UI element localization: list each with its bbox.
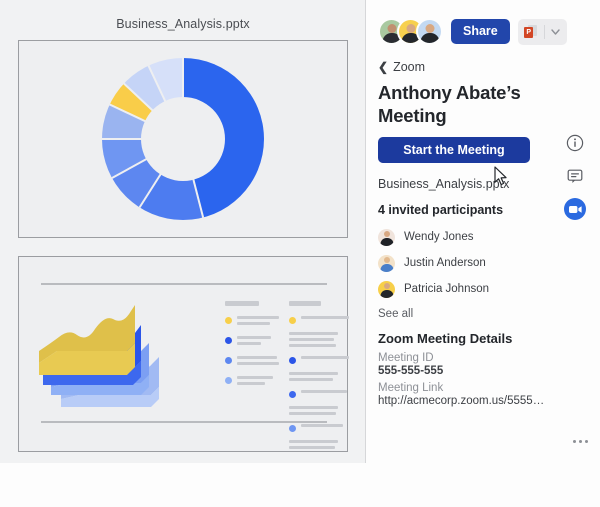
area-chart-illustration <box>39 305 159 407</box>
collaborator-avatars[interactable] <box>378 18 443 45</box>
document-title: Business_Analysis.pptx <box>116 17 250 31</box>
powerpoint-letter: P <box>524 26 534 38</box>
legend-dot-light-blue <box>289 425 296 432</box>
legend-text-lines <box>237 316 281 328</box>
avatar <box>378 280 395 298</box>
attached-file-name[interactable]: Business_Analysis.pptx <box>378 177 509 191</box>
zoom-meeting-details-heading: Zoom Meeting Details <box>378 331 513 346</box>
legend-item <box>289 390 347 398</box>
chevron-down-icon[interactable] <box>545 19 567 45</box>
legend-text-lines <box>301 316 349 322</box>
slide-area-chart[interactable] <box>18 256 349 452</box>
legend-paragraph <box>289 406 345 415</box>
legend-text-lines <box>301 356 349 362</box>
legend-paragraph <box>289 372 345 381</box>
legend-heading-left <box>225 301 259 306</box>
slide-rule-top <box>41 283 327 285</box>
participant-row[interactable]: Patricia Johnson <box>378 276 568 302</box>
more-options-icon[interactable] <box>573 440 588 443</box>
meeting-link-label: Meeting Link <box>378 382 444 394</box>
legend-column-right <box>289 301 349 458</box>
legend-dot-medium-blue <box>225 357 232 364</box>
legend-dot-yellow <box>225 317 232 324</box>
legend-heading-right <box>289 301 321 306</box>
back-to-zoom-button[interactable]: ❮ Zoom <box>378 60 425 74</box>
share-button[interactable]: Share <box>451 18 510 45</box>
legend-item <box>289 356 349 364</box>
meeting-id-label: Meeting ID <box>378 352 434 364</box>
meeting-id-value[interactable]: 555-555-555 <box>378 365 443 377</box>
legend-text-lines <box>237 336 281 348</box>
info-icon[interactable] <box>564 132 586 154</box>
document-preview-pane: Business_Analysis.pptx <box>0 0 366 463</box>
legend-dot-light-blue <box>225 377 232 384</box>
participant-row[interactable]: Wendy Jones <box>378 224 568 250</box>
legend-item <box>225 336 281 348</box>
meeting-side-panel: Share P ❮ Zoom Anthony Abate’s Meeting S… <box>366 0 600 463</box>
legend-dot-blue <box>289 357 296 364</box>
participant-row[interactable]: Justin Anderson <box>378 250 568 276</box>
avatar <box>378 228 395 246</box>
participant-name: Wendy Jones <box>404 231 474 243</box>
start-meeting-button[interactable]: Start the Meeting <box>378 137 530 163</box>
panel-icon-column <box>564 132 586 220</box>
participant-name: Patricia Johnson <box>404 283 490 295</box>
donut-chart <box>102 58 264 220</box>
chevron-left-icon: ❮ <box>378 60 389 74</box>
see-all-link[interactable]: See all <box>378 308 413 320</box>
comment-icon[interactable] <box>564 165 586 187</box>
legend-column-left <box>225 301 281 396</box>
avatar <box>378 254 395 272</box>
app-root: Business_Analysis.pptx Share P ❮ Zoom An… <box>0 0 600 507</box>
legend-paragraph <box>289 440 345 449</box>
legend-dot-yellow <box>289 317 296 324</box>
donut-hole <box>141 97 225 181</box>
legend-item <box>225 316 281 328</box>
legend-item <box>289 424 345 432</box>
meeting-title: Anthony Abate’s Meeting <box>378 82 521 126</box>
panel-header: Share P <box>378 18 567 45</box>
back-label: Zoom <box>393 60 426 74</box>
legend-text-lines <box>237 376 281 388</box>
participants-list: Wendy Jones Justin Anderson Patricia Joh… <box>378 224 568 302</box>
legend-text-lines <box>301 390 347 396</box>
participant-name: Justin Anderson <box>404 257 486 269</box>
avatar[interactable] <box>416 18 443 45</box>
legend-item <box>289 316 349 324</box>
legend-item <box>225 376 281 388</box>
legend-item <box>225 356 281 368</box>
legend-dot-blue <box>225 337 232 344</box>
invited-participants-heading: 4 invited participants <box>378 203 504 217</box>
slide-rule-bottom <box>41 421 327 423</box>
meeting-link-value[interactable]: http://acmecorp.zoom.us/5555… <box>378 395 544 407</box>
powerpoint-button-group: P <box>517 18 567 45</box>
legend-text-lines <box>237 356 281 368</box>
legend-dot-medium-blue <box>289 391 296 398</box>
slide-donut-chart[interactable] <box>18 40 348 238</box>
legend-paragraph <box>289 332 345 347</box>
video-camera-icon[interactable] <box>564 198 586 220</box>
legend-text-lines <box>301 424 345 430</box>
powerpoint-icon[interactable]: P <box>518 19 544 45</box>
